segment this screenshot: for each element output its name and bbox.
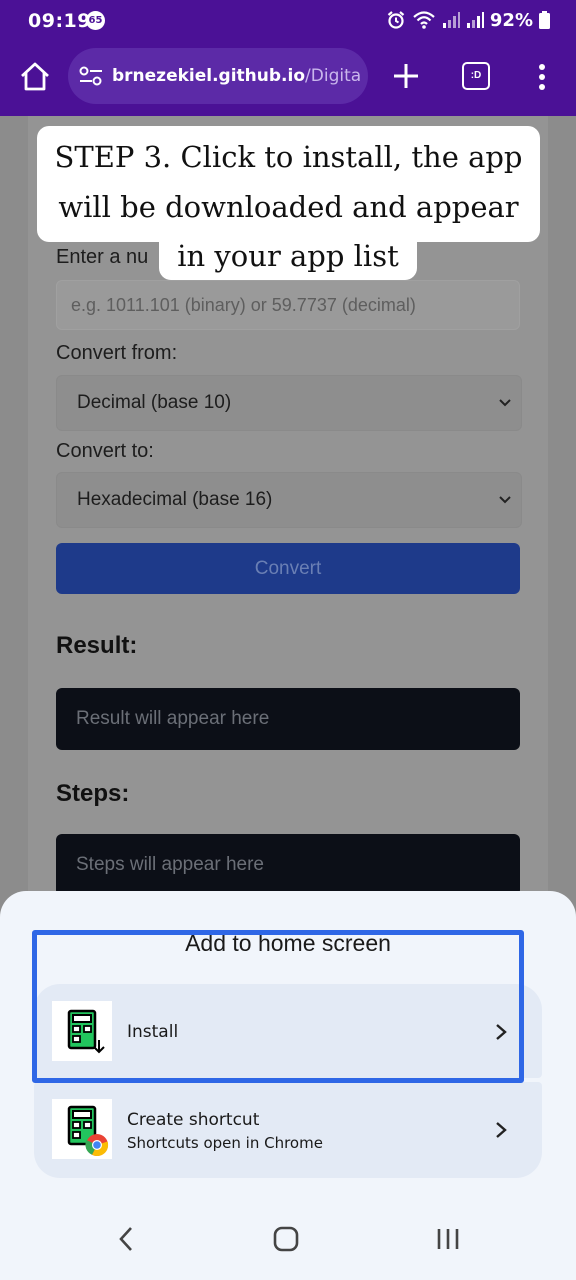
signal-icon xyxy=(442,12,460,28)
steps-placeholder: Steps will appear here xyxy=(76,854,264,875)
browser-toolbar: brnezekiel.github.io/Digital-Logic :D xyxy=(0,42,576,116)
home-icon[interactable] xyxy=(18,60,52,94)
url-host: brnezekiel.github.io xyxy=(112,66,306,86)
convert-from-select[interactable]: Decimal (base 10) xyxy=(56,375,522,431)
battery-icon xyxy=(539,11,550,29)
steps-heading: Steps: xyxy=(56,780,130,807)
chevron-right-icon xyxy=(496,1122,507,1138)
alarm-icon xyxy=(387,11,405,29)
chevron-down-icon xyxy=(499,496,511,504)
result-box: Result will appear here xyxy=(56,688,520,750)
status-time: 09:19 xyxy=(28,10,91,32)
url-text: brnezekiel.github.io/Digital-Logic xyxy=(112,66,362,86)
convert-to-select[interactable]: Hexadecimal (base 16) xyxy=(56,472,522,528)
install-highlight-frame xyxy=(32,930,524,1083)
url-bar[interactable]: brnezekiel.github.io/Digital-Logic xyxy=(68,48,368,104)
create-shortcut-subtitle: Shortcuts open in Chrome xyxy=(127,1134,323,1152)
steps-box: Steps will appear here xyxy=(56,834,520,896)
caption-line-2: will be downloaded and appear xyxy=(58,190,519,224)
number-input-placeholder: e.g. 1011.101 (binary) or 59.7737 (decim… xyxy=(71,295,416,315)
android-navigation-bar xyxy=(0,1200,576,1280)
convert-from-label: Convert from: xyxy=(56,342,178,364)
result-heading: Result: xyxy=(56,632,138,659)
create-shortcut-title: Create shortcut xyxy=(127,1110,260,1130)
tabs-switcher-button[interactable]: :D xyxy=(462,62,490,90)
calculator-chrome-icon xyxy=(52,1099,112,1159)
convert-from-value: Decimal (base 10) xyxy=(77,392,232,413)
result-placeholder: Result will appear here xyxy=(76,708,270,729)
convert-button-label: Convert xyxy=(254,558,322,579)
chevron-down-icon xyxy=(499,399,511,407)
url-path: /Digital-Logic xyxy=(305,66,362,86)
battery-percent: 92% xyxy=(489,9,533,31)
convert-to-value: Hexadecimal (base 16) xyxy=(77,489,273,510)
caption-line-3: in your app list xyxy=(159,238,417,280)
input-label: Enter a nu xyxy=(56,246,149,268)
site-settings-icon[interactable] xyxy=(78,64,104,88)
status-icons: 92% xyxy=(386,8,550,32)
number-input[interactable]: e.g. 1011.101 (binary) or 59.7737 (decim… xyxy=(56,280,520,330)
notification-count-badge: 65 xyxy=(86,11,105,30)
signal-icon-2 xyxy=(466,12,484,28)
wifi-icon xyxy=(413,11,435,29)
convert-button[interactable]: Convert xyxy=(56,543,520,594)
status-bar: 09:19 65 92% xyxy=(0,0,576,42)
more-menu-icon[interactable] xyxy=(530,60,554,94)
recent-apps-icon[interactable] xyxy=(435,1224,461,1254)
home-button-icon[interactable] xyxy=(273,1224,299,1254)
new-tab-plus-icon[interactable] xyxy=(390,60,422,92)
caption-line-1: STEP 3. Click to install, the app xyxy=(54,140,523,174)
back-chevron-icon[interactable] xyxy=(116,1224,136,1254)
create-shortcut-option[interactable]: Create shortcut Shortcuts open in Chrome xyxy=(34,1082,542,1178)
convert-to-label: Convert to: xyxy=(56,440,154,462)
